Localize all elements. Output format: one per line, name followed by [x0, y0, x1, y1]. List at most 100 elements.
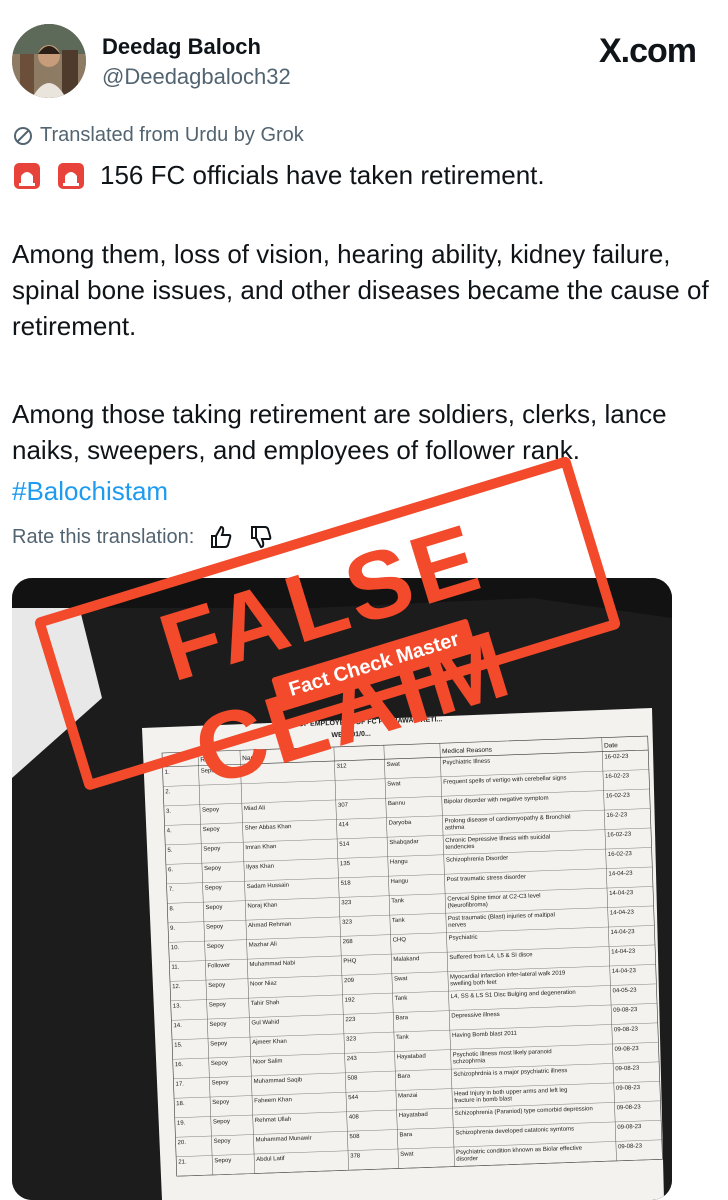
table-cell-text: 19. [177, 1120, 186, 1126]
author-name[interactable]: Deedag Baloch [102, 34, 261, 60]
table-cell-text: 09-08-23 [615, 1046, 640, 1053]
table-cell-text: PHQ [343, 958, 357, 964]
table-cell-text: 09-08-23 [618, 1143, 643, 1150]
table-cell-text: Sepoy [214, 1138, 231, 1145]
table-cell-text: 4. [167, 828, 173, 834]
table-cell-text: Ilyas Khan [246, 864, 274, 871]
table-cell-text: 09-08-23 [616, 1085, 641, 1092]
table-cell-text: Bara [395, 1015, 409, 1021]
table-cell-text: 11. [171, 965, 179, 971]
table-cell-text: 135 [340, 861, 351, 867]
table-cell-text: Follower [207, 963, 230, 970]
table-cell-text: Ajmeer Khan [252, 1039, 287, 1046]
table-cell-text: 544 [348, 1095, 359, 1101]
table-cell-text: 209 [344, 978, 355, 984]
table-cell-text: 14-04-23 [611, 949, 636, 956]
table-cell-text: Swat [387, 781, 401, 787]
table-cell-text: 8. [169, 906, 175, 912]
table-cell-text: 14-04-23 [608, 871, 633, 878]
table-cell-text: Miad Ali [244, 805, 265, 812]
thumbs-up-icon[interactable] [208, 524, 234, 550]
table-cell-text: 16-02-23 [606, 793, 631, 800]
table-cell-text: 18. [176, 1101, 185, 1107]
table-cell-text: 323 [346, 1036, 357, 1042]
table-cell-text: 408 [349, 1114, 360, 1120]
table-cell-text: 13. [173, 1003, 182, 1009]
table-cell-text: disorder [456, 1156, 478, 1163]
table-cell-text: Malakand [393, 956, 419, 963]
table-cell-text: Bara [399, 1132, 413, 1138]
table-cell-text: Imran Khan [245, 844, 276, 851]
table-cell-text: Bara [397, 1074, 411, 1080]
table-cell-text: 268 [343, 939, 354, 945]
table-cell-text: Sepoy [212, 1099, 229, 1106]
table-cell-text: Hangu [390, 859, 408, 866]
table-cell-text: 04-05-23 [612, 988, 637, 995]
table-cell-text: 5. [167, 848, 173, 854]
table-cell-text: Sepoy [205, 904, 222, 911]
avatar[interactable] [12, 24, 86, 98]
table-cell-text: 14-04-23 [612, 968, 637, 975]
translated-notice[interactable]: Translated from Urdu by Grok [12, 124, 304, 147]
table-cell-text: 514 [339, 841, 350, 847]
table-cell-text: Abdul Latif [256, 1156, 285, 1163]
table-cell-text: Psychiatric [449, 935, 478, 942]
author-handle[interactable]: @Deedagbaloch32 [102, 64, 291, 90]
table-cell-text: 14. [173, 1023, 182, 1029]
table-cell-text: 378 [350, 1153, 361, 1159]
table-header-cell: Date [604, 742, 618, 749]
table-cell-text: 16-02-23 [608, 851, 633, 858]
table-cell-text: 518 [341, 880, 352, 886]
table-cell-text: nerves [448, 922, 466, 929]
table-cell-text: 09-08-23 [617, 1124, 642, 1131]
table-cell-text: 09-08-23 [613, 1007, 638, 1014]
table-cell-text: 14-04-23 [610, 929, 635, 936]
table-cell-text: Noraj Khan [247, 903, 277, 910]
table-cell-text: Sepoy [208, 982, 225, 989]
hashtag-link[interactable]: #Balochistam [12, 476, 168, 507]
table-cell-text: 16. [175, 1062, 184, 1068]
table-cell-text: Sepoy [211, 1060, 228, 1067]
table-cell-text: CHQ [393, 937, 407, 943]
table-cell-text: Shabqadar [389, 839, 419, 846]
table-cell-text: Sepoy [205, 885, 222, 892]
table-cell-text: 6. [168, 867, 174, 873]
table-cell-text: 323 [341, 900, 352, 906]
table-cell-text: Rehmat Ullah [255, 1117, 292, 1124]
table-cell-text: schzophrnia [453, 1058, 486, 1065]
table-cell-text: Sepoy [203, 827, 220, 834]
table-cell-text: asthma [445, 825, 466, 832]
table-cell-text: 10. [171, 945, 180, 951]
tweet-first-line: 156 FC officials have taken retirement. [12, 160, 545, 191]
table-cell-text: 16-02-23 [605, 773, 630, 780]
table-cell-text: Swat [394, 976, 408, 982]
table-cell-text: Noor Salim [253, 1058, 283, 1065]
slashed-circle-icon [12, 125, 34, 147]
table-cell-text: Hayatabad [397, 1053, 426, 1060]
table-cell-text: 16-02-23 [607, 832, 632, 839]
table-cell-text: 307 [338, 803, 349, 809]
table-cell-text: 14-04-23 [609, 890, 634, 897]
table-cell-text: 192 [345, 997, 356, 1003]
x-com-brand: X.com [598, 32, 697, 70]
table-cell-text: Sepoy [206, 924, 223, 931]
table-cell-text: Daryoba [388, 820, 412, 827]
table-cell-text: Sepoy [214, 1158, 231, 1165]
table-cell-text: 09-08-23 [617, 1104, 642, 1111]
table-cell-text: 16-2-23 [606, 812, 628, 819]
table-cell-text: Hayatabad [399, 1112, 428, 1119]
rate-translation: Rate this translation: [12, 524, 274, 550]
table-cell-text: Swat [386, 762, 400, 768]
avatar-image [12, 24, 86, 98]
table-cell-text: 09-08-23 [615, 1066, 640, 1073]
table-cell-text: Sepoy [207, 943, 224, 950]
table-cell-text: 09-08-23 [614, 1027, 639, 1034]
table-cell-text: 508 [347, 1075, 358, 1081]
table-cell-text: Tank [391, 898, 405, 904]
table-cell-text: Sepoy [204, 866, 221, 873]
table-cell-text: Gul Wahid [251, 1020, 279, 1027]
table-cell-text: 17. [175, 1081, 184, 1087]
table-cell-text: 20. [178, 1140, 187, 1146]
table-cell-text: Hangu [391, 878, 409, 885]
table-cell-text: 223 [345, 1017, 356, 1023]
